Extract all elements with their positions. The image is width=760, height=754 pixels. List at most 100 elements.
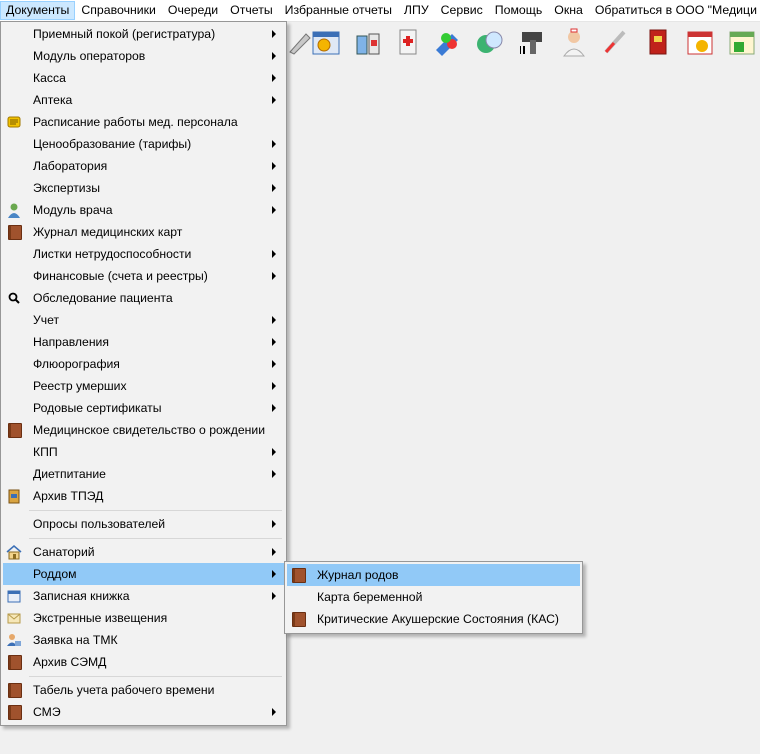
menu-item-timesheet[interactable]: Табель учета рабочего времени — [3, 679, 284, 701]
menu-item-laboratory[interactable]: Лаборатория — [3, 155, 284, 177]
submenu-item-label: Журнал родов — [317, 568, 399, 582]
menu-item-staff-schedule[interactable]: Расписание работы мед. персонала — [3, 111, 284, 133]
menu-item-user-surveys[interactable]: Опросы пользователей — [3, 513, 284, 535]
calendar-alarm-icon[interactable] — [684, 26, 716, 58]
menu-queues[interactable]: Очереди — [162, 1, 224, 20]
menu-separator — [29, 510, 282, 511]
submenu-item-label: Карта беременной — [317, 590, 423, 604]
schedule-icon — [7, 116, 21, 128]
submenu-arrow-icon — [272, 708, 276, 716]
menu-lpu[interactable]: ЛПУ — [398, 1, 435, 20]
magnifier-icon — [8, 292, 20, 304]
menu-item-patient-exam[interactable]: Обследование пациента — [3, 287, 284, 309]
menu-item-cashier[interactable]: Касса — [3, 67, 284, 89]
menu-item-birth-certificates[interactable]: Родовые сертификаты — [3, 397, 284, 419]
menu-item-pricing[interactable]: Ценообразование (тарифы) — [3, 133, 284, 155]
menu-item-label: Флюорография — [33, 357, 120, 371]
book-icon — [6, 682, 22, 698]
menu-item-label: Архив СЭМД — [33, 655, 107, 669]
submenu-arrow-icon — [272, 250, 276, 258]
menu-item-label: Диетпитание — [33, 467, 106, 481]
submenu-arrow-icon — [272, 316, 276, 324]
submenu-arrow-icon — [272, 592, 276, 600]
menu-item-label: Роддом — [33, 567, 77, 581]
calendar-lock-icon[interactable] — [726, 26, 758, 58]
menu-item-expertise[interactable]: Экспертизы — [3, 177, 284, 199]
menu-item-label: Обследование пациента — [33, 291, 173, 305]
menu-item-kpp[interactable]: КПП — [3, 441, 284, 463]
book-icon — [290, 567, 306, 583]
menu-item-label: Экспертизы — [33, 181, 100, 195]
menu-favorite-reports[interactable]: Избранные отчеты — [279, 1, 398, 20]
menu-item-label: СМЭ — [33, 705, 61, 719]
submenu-arrow-icon — [272, 162, 276, 170]
menu-item-tped-archive[interactable]: Архив ТПЭД — [3, 485, 284, 507]
book-icon — [6, 654, 22, 670]
menu-item-semd-archive[interactable]: Архив СЭМД — [3, 651, 284, 673]
menu-item-label: Табель учета рабочего времени — [33, 683, 215, 697]
menu-item-sick-leave[interactable]: Листки нетрудоспособности — [3, 243, 284, 265]
submenu-item-critical-obstetric[interactable]: Критические Акушерские Состояния (КАС) — [287, 608, 580, 630]
menu-item-birth-med-certificate[interactable]: Медицинское свидетельство о рождении — [3, 419, 284, 441]
menu-item-pharmacy[interactable]: Аптека — [3, 89, 284, 111]
menu-item-doctor-module[interactable]: Модуль врача — [3, 199, 284, 221]
submenu-arrow-icon — [272, 520, 276, 528]
menu-help[interactable]: Помощь — [489, 1, 549, 20]
menu-item-label: КПП — [33, 445, 58, 459]
submenu-arrow-icon — [272, 184, 276, 192]
menu-item-sanatorium[interactable]: Санаторий — [3, 541, 284, 563]
calendar-clock-icon[interactable] — [310, 26, 342, 58]
barcode-scanner-icon[interactable] — [516, 26, 548, 58]
menu-item-label: Родовые сертификаты — [33, 401, 162, 415]
submenu-item-birth-journal[interactable]: Журнал родов — [287, 564, 580, 586]
menu-item-notebook[interactable]: Записная книжка — [3, 585, 284, 607]
menu-item-label: Направления — [33, 335, 109, 349]
menu-item-label: Ценообразование (тарифы) — [33, 137, 192, 151]
menu-bar: Документы Справочники Очереди Отчеты Изб… — [0, 0, 760, 22]
menu-item-label: Учет — [33, 313, 60, 327]
submenu-arrow-icon — [272, 470, 276, 478]
menu-item-fluorography[interactable]: Флюорография — [3, 353, 284, 375]
menu-documents[interactable]: Документы — [0, 1, 76, 20]
menu-item-death-registry[interactable]: Реестр умерших — [3, 375, 284, 397]
menu-item-label: Санаторий — [33, 545, 95, 559]
submenu-arrow-icon — [272, 140, 276, 148]
syringe-icon[interactable] — [432, 26, 464, 58]
book-icon — [6, 224, 22, 240]
menu-windows[interactable]: Окна — [548, 1, 589, 20]
menu-item-label: Опросы пользователей — [33, 517, 166, 531]
menu-item-sme[interactable]: СМЭ — [3, 701, 284, 723]
menu-references[interactable]: Справочники — [75, 1, 162, 20]
menu-item-diet[interactable]: Диетпитание — [3, 463, 284, 485]
menu-item-medical-cards[interactable]: Журнал медицинских карт — [3, 221, 284, 243]
thermometer-icon[interactable] — [600, 26, 632, 58]
menu-item-financial[interactable]: Финансовые (счета и реестры) — [3, 265, 284, 287]
menu-item-referrals[interactable]: Направления — [3, 331, 284, 353]
envelope-icon — [7, 613, 21, 624]
menu-service[interactable]: Сервис — [435, 1, 489, 20]
menu-item-label: Лаборатория — [33, 159, 108, 173]
menu-item-maternity[interactable]: Роддом — [3, 563, 284, 585]
menu-item-accounting[interactable]: Учет — [3, 309, 284, 331]
menu-item-emergency-notices[interactable]: Экстренные извещения — [3, 607, 284, 629]
menu-item-operators[interactable]: Модуль операторов — [3, 45, 284, 67]
medicine-bottles-icon[interactable] — [352, 26, 384, 58]
red-book-icon[interactable] — [642, 26, 674, 58]
first-aid-icon[interactable] — [392, 26, 424, 58]
maternity-submenu: Журнал родов Карта беременной Критически… — [284, 561, 583, 634]
doctor-icon — [8, 203, 20, 218]
pills-icon[interactable] — [474, 26, 506, 58]
menu-separator — [29, 538, 282, 539]
menu-item-tmk-request[interactable]: Заявка на ТМК — [3, 629, 284, 651]
submenu-arrow-icon — [272, 74, 276, 82]
menu-item-reception[interactable]: Приемный покой (регистратура) — [3, 23, 284, 45]
house-icon — [6, 545, 22, 560]
submenu-arrow-icon — [272, 382, 276, 390]
nurse-icon[interactable] — [558, 26, 590, 58]
menu-item-label: Финансовые (счета и реестры) — [33, 269, 208, 283]
menu-item-label: Архив ТПЭД — [33, 489, 104, 503]
book-icon — [6, 422, 22, 438]
menu-contact[interactable]: Обратиться в ООО "Медици — [589, 1, 760, 20]
submenu-item-pregnancy-card[interactable]: Карта беременной — [287, 586, 580, 608]
menu-reports[interactable]: Отчеты — [224, 1, 279, 20]
